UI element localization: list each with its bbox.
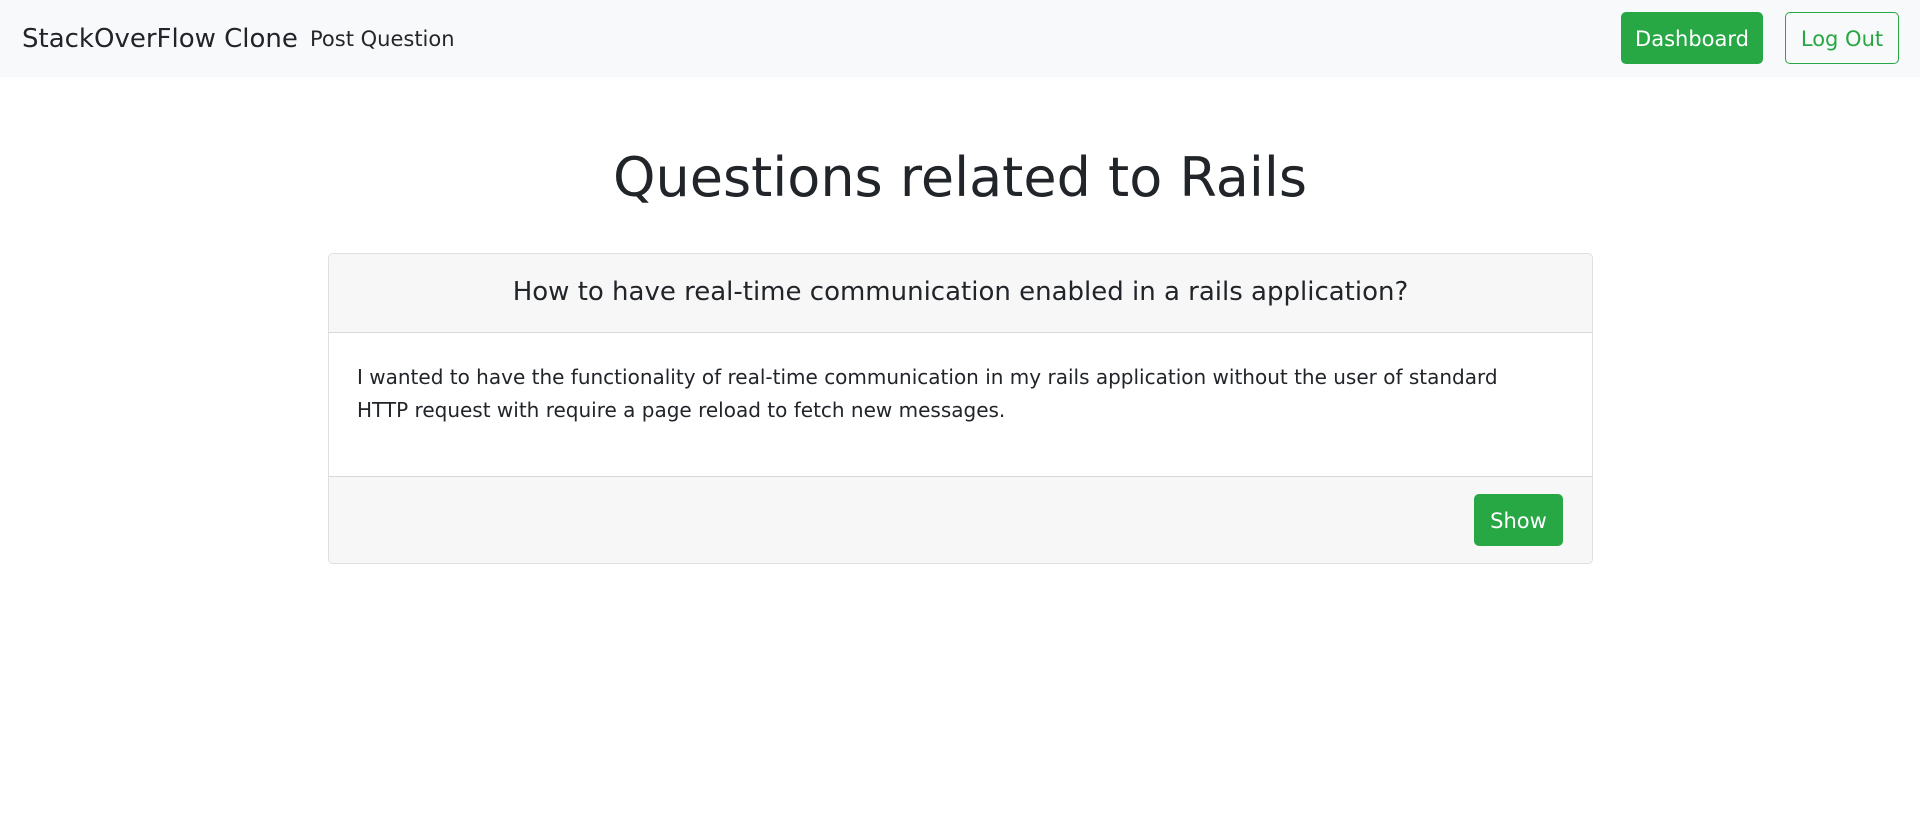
question-card-footer (329, 476, 1592, 563)
logout-button[interactable]: Log Out (1785, 12, 1899, 64)
question-card: How to have real-time communication enab… (328, 253, 1593, 564)
question-title: How to have real-time communication enab… (512, 277, 1409, 307)
show-question-button[interactable]: Show (1474, 494, 1563, 546)
navbar: StackOverFlow Clone Post Question Dashbo… (0, 0, 1920, 77)
post-question-link[interactable]: Post Question (310, 24, 455, 54)
page-title: Questions related to Rails (613, 146, 1307, 209)
dashboard-button[interactable]: Dashboard (1621, 12, 1763, 64)
question-card-body: I wanted to have the functionality of re… (329, 333, 1592, 477)
navbar-brand[interactable]: StackOverFlow Clone (22, 22, 298, 56)
question-card-header: How to have real-time communication enab… (329, 254, 1592, 333)
question-body: I wanted to have the functionality of re… (357, 365, 1498, 422)
